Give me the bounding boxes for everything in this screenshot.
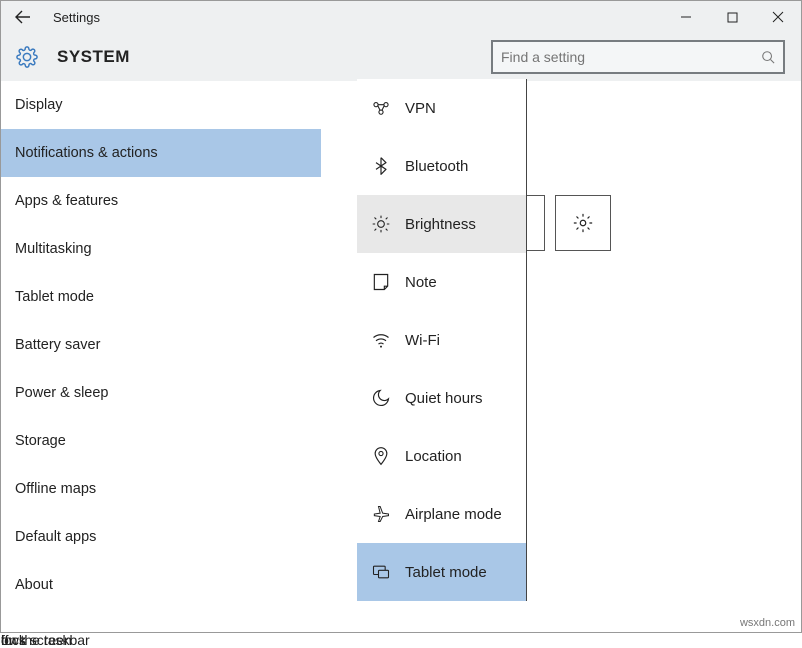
- sidebar-item-label: Offline maps: [15, 481, 96, 497]
- back-button[interactable]: [1, 1, 45, 33]
- quiet-hours-icon: [371, 388, 405, 408]
- minimize-icon: [680, 11, 692, 23]
- watermark: wsxdn.com: [740, 617, 795, 629]
- sidebar-item-label: Apps & features: [15, 193, 118, 209]
- close-button[interactable]: [755, 1, 801, 33]
- vpn-icon: [371, 98, 405, 118]
- sidebar-item-about[interactable]: About: [1, 561, 321, 609]
- quick-action-dropdown[interactable]: VPN Bluetooth Brightness Note Wi-Fi Quie…: [357, 79, 527, 601]
- dropdown-item-label: Tablet mode: [405, 564, 487, 581]
- dropdown-item-label: VPN: [405, 100, 436, 117]
- sidebar-item-label: Multitasking: [15, 241, 92, 257]
- dropdown-item-brightness[interactable]: Brightness: [357, 195, 526, 253]
- sidebar-item-label: Notifications & actions: [15, 145, 158, 161]
- page-title: SYSTEM: [57, 47, 130, 67]
- maximize-button[interactable]: [709, 1, 755, 33]
- sidebar-item-label: Tablet mode: [15, 289, 94, 305]
- text-lock-fragment: lock screen: [1, 632, 72, 648]
- quick-action-tiles: [489, 195, 761, 251]
- dropdown-item-bluetooth[interactable]: Bluetooth: [357, 137, 526, 195]
- dropdown-item-label: Location: [405, 448, 462, 465]
- tablet-mode-icon: [371, 562, 405, 582]
- sidebar-item-apps-features[interactable]: Apps & features: [1, 177, 321, 225]
- titlebar: Settings: [1, 1, 801, 33]
- sidebar-item-label: Display: [15, 97, 63, 113]
- location-icon: [371, 446, 405, 466]
- dropdown-item-note[interactable]: Note: [357, 253, 526, 311]
- sidebar-item-label: About: [15, 577, 53, 593]
- sidebar: Display Notifications & actions Apps & f…: [1, 81, 321, 632]
- dropdown-item-label: Brightness: [405, 216, 476, 233]
- sidebar-item-display[interactable]: Display: [1, 81, 321, 129]
- dropdown-item-label: Bluetooth: [405, 158, 468, 175]
- dropdown-item-label: Wi-Fi: [405, 332, 440, 349]
- search-icon: [761, 50, 775, 64]
- minimize-button[interactable]: [663, 1, 709, 33]
- sidebar-item-storage[interactable]: Storage: [1, 417, 321, 465]
- dropdown-item-quiet-hours[interactable]: Quiet hours: [357, 369, 526, 427]
- sidebar-item-label: Storage: [15, 433, 66, 449]
- sidebar-item-default-apps[interactable]: Default apps: [1, 513, 321, 561]
- settings-gear-icon: [15, 45, 39, 69]
- dropdown-item-tablet-mode[interactable]: Tablet mode: [357, 543, 526, 601]
- sidebar-item-multitasking[interactable]: Multitasking: [1, 225, 321, 273]
- window-title: Settings: [45, 10, 100, 25]
- note-icon: [371, 272, 405, 292]
- close-icon: [772, 11, 784, 23]
- quick-action-tile-settings[interactable]: [555, 195, 611, 251]
- sidebar-item-power-sleep[interactable]: Power & sleep: [1, 369, 321, 417]
- dropdown-item-vpn[interactable]: VPN: [357, 79, 526, 137]
- search-box[interactable]: [491, 40, 785, 74]
- header: SYSTEM: [1, 33, 801, 81]
- sidebar-item-notifications[interactable]: Notifications & actions: [1, 129, 321, 177]
- sidebar-item-label: Default apps: [15, 529, 96, 545]
- dropdown-item-airplane[interactable]: Airplane mode: [357, 485, 526, 543]
- sidebar-item-label: Battery saver: [15, 337, 100, 353]
- wifi-icon: [371, 330, 405, 350]
- gear-icon: [572, 212, 594, 234]
- sidebar-item-label: Power & sleep: [15, 385, 109, 401]
- dropdown-item-label: Airplane mode: [405, 506, 502, 523]
- dropdown-item-wifi[interactable]: Wi-Fi: [357, 311, 526, 369]
- brightness-icon: [371, 214, 405, 234]
- sidebar-item-tablet-mode[interactable]: Tablet mode: [1, 273, 321, 321]
- dropdown-item-label: Quiet hours: [405, 390, 483, 407]
- bluetooth-icon: [371, 156, 405, 176]
- arrow-left-icon: [15, 9, 31, 25]
- sidebar-item-battery-saver[interactable]: Battery saver: [1, 321, 321, 369]
- search-input[interactable]: [501, 49, 761, 65]
- sidebar-item-offline-maps[interactable]: Offline maps: [1, 465, 321, 513]
- airplane-icon: [371, 504, 405, 524]
- dropdown-item-location[interactable]: Location: [357, 427, 526, 485]
- maximize-icon: [727, 12, 738, 23]
- dropdown-item-label: Note: [405, 274, 437, 291]
